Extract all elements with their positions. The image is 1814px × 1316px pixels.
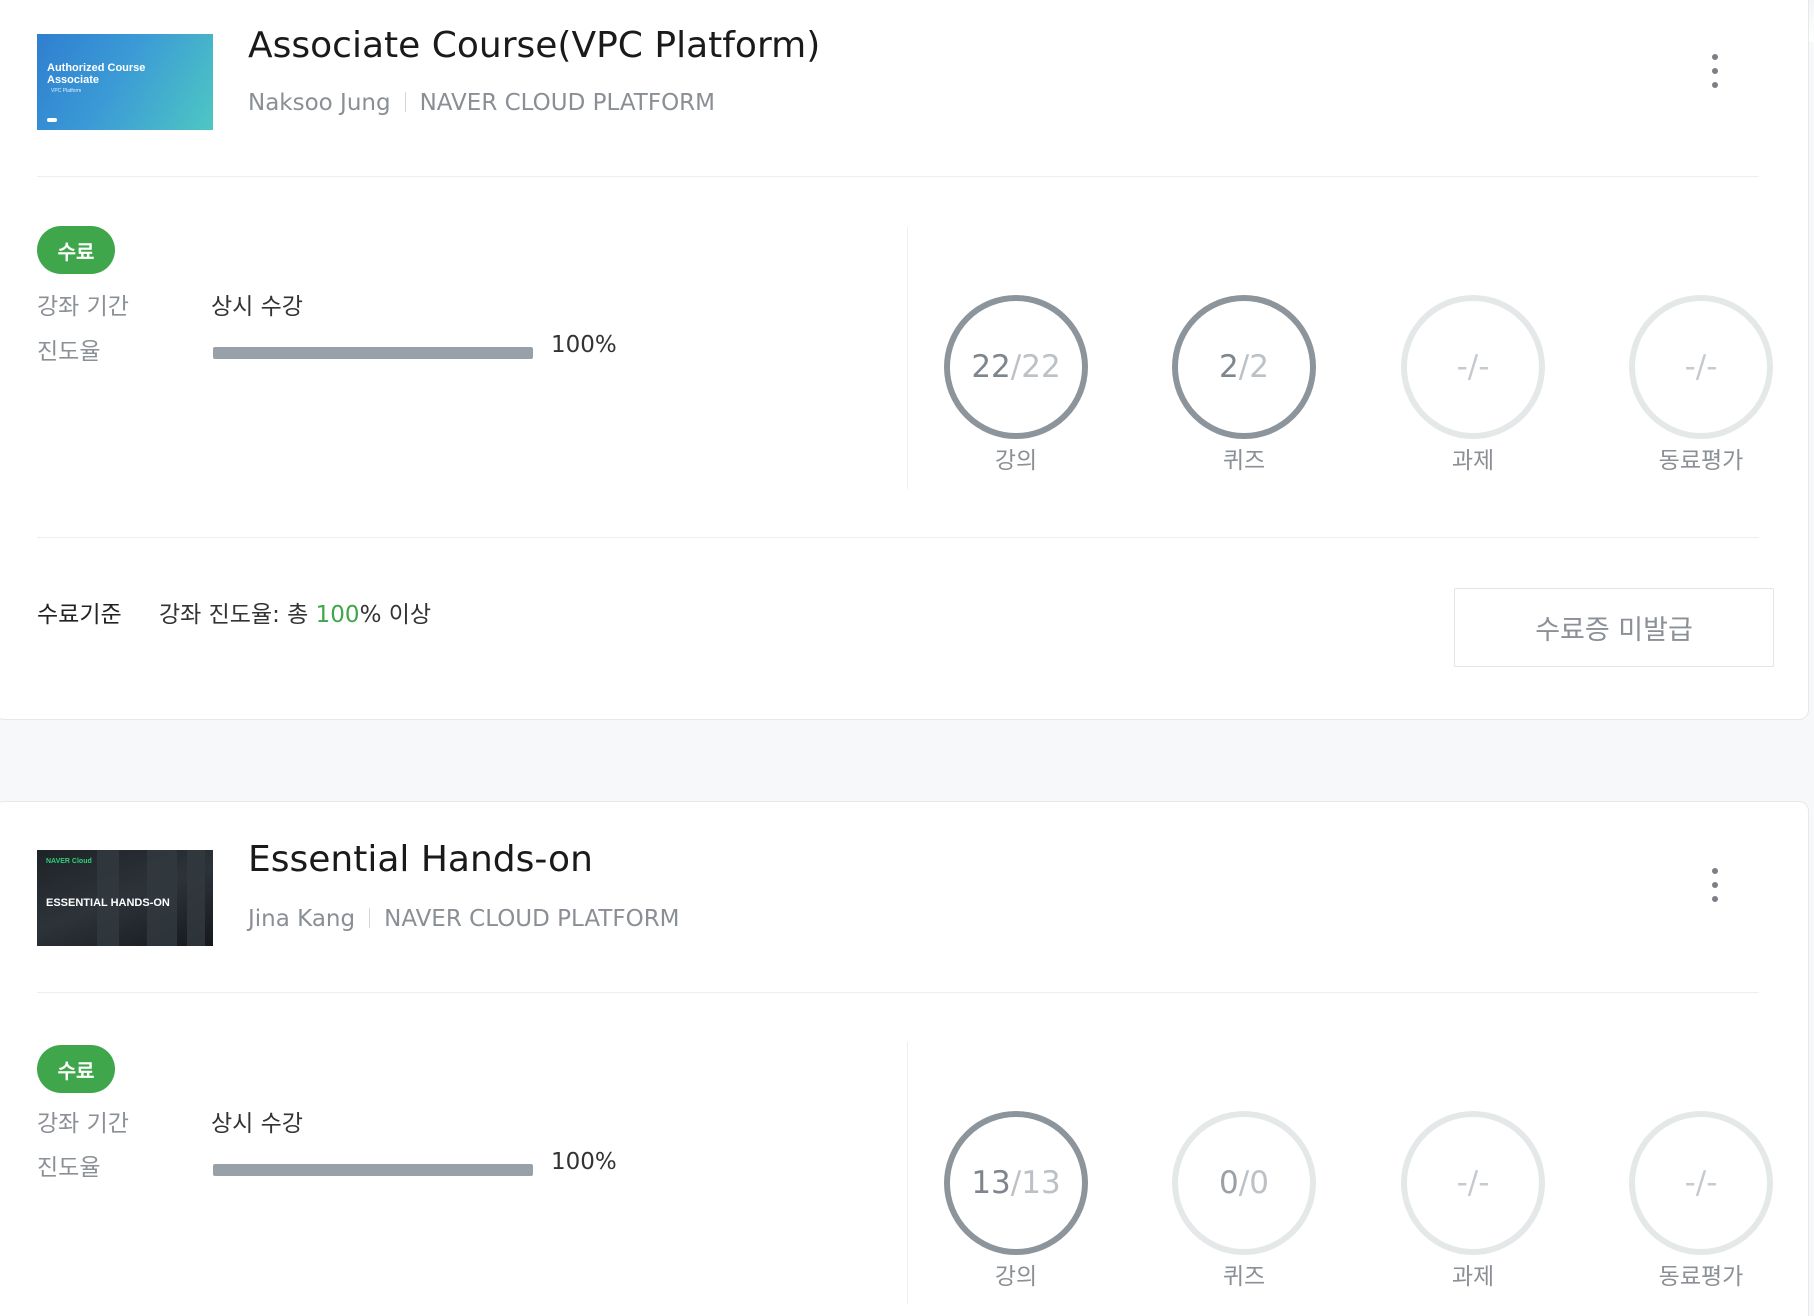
thumbnail-logo	[47, 118, 57, 122]
thumbnail-brand: NAVER Cloud	[46, 858, 92, 865]
stat-total: -	[1478, 1165, 1490, 1201]
stat-quizzes: 0/0 퀴즈	[1169, 1111, 1319, 1291]
stat-ring: 2/2	[1172, 295, 1316, 439]
stat-total: 0	[1249, 1165, 1269, 1201]
stat-done: 0	[1219, 1165, 1239, 1201]
meta-separator	[369, 908, 371, 928]
provider-name: NAVER CLOUD PLATFORM	[384, 906, 680, 932]
certificate-button[interactable]: 수료증 미발급	[1454, 588, 1774, 667]
thumbnail-line3: VPC Platform	[51, 88, 82, 94]
stat-label: 과제	[1451, 1264, 1495, 1290]
provider-name: NAVER CLOUD PLATFORM	[419, 90, 715, 116]
criteria-suffix: % 이상	[359, 602, 432, 628]
kebab-more-icon[interactable]	[1700, 49, 1730, 93]
stat-total: -	[1706, 1165, 1718, 1201]
stat-label: 과제	[1451, 448, 1495, 474]
stat-done: -	[1684, 1165, 1696, 1201]
progress-label: 진도율	[37, 339, 101, 365]
course-thumbnail[interactable]: Authorized Course Associate VPC Platform	[37, 34, 213, 130]
stat-ring: - / -	[1629, 295, 1773, 439]
status-badge: 수료	[37, 1045, 115, 1093]
stat-ring: - / -	[1629, 1111, 1773, 1255]
thumbnail-building	[187, 850, 205, 946]
progress-percent: 100%	[551, 1149, 617, 1175]
stat-ring: 13/13	[944, 1111, 1088, 1255]
stat-total: -	[1478, 349, 1490, 385]
stat-quizzes: 2/2 퀴즈	[1169, 295, 1319, 475]
stat-lectures: 22/22 강의	[941, 295, 1091, 475]
meta-separator	[404, 92, 406, 112]
thumbnail-line1: Authorized Course	[47, 62, 146, 74]
criteria-value: 100	[315, 602, 360, 628]
vertical-divider	[907, 1042, 908, 1304]
stat-assignments: - / - 과제	[1398, 295, 1548, 475]
criteria-prefix: 강좌 진도율: 총	[159, 602, 316, 628]
stat-label: 동료평가	[1658, 1264, 1744, 1290]
course-card-essential: NAVER Cloud ESSENTIAL HANDS-ON Essential…	[0, 801, 1809, 1316]
course-meta: Naksoo Jung NAVER CLOUD PLATFORM	[248, 90, 715, 116]
stat-total: -	[1706, 349, 1718, 385]
vertical-divider	[907, 227, 908, 489]
course-title[interactable]: Associate Course(VPC Platform)	[248, 25, 820, 66]
status-badge: 수료	[37, 226, 115, 274]
stat-total: 2	[1249, 349, 1269, 385]
thumbnail-line2: Associate	[47, 74, 99, 86]
stat-slash: /	[1238, 1165, 1250, 1201]
stat-done: 22	[971, 349, 1011, 385]
course-thumbnail[interactable]: NAVER Cloud ESSENTIAL HANDS-ON	[37, 850, 213, 946]
kebab-more-icon[interactable]	[1700, 863, 1730, 907]
stat-ring: 0/0	[1172, 1111, 1316, 1255]
stat-done: -	[1456, 1165, 1468, 1201]
stat-total: 22	[1021, 349, 1061, 385]
thumbnail-title: ESSENTIAL HANDS-ON	[46, 897, 170, 909]
progress-bar	[213, 347, 533, 359]
stat-label: 강의	[994, 448, 1038, 474]
stat-slash: /	[1695, 349, 1707, 385]
stat-total: 13	[1021, 1165, 1061, 1201]
stat-done: 2	[1219, 349, 1239, 385]
completion-criteria-text: 강좌 진도율: 총 100% 이상	[159, 595, 431, 629]
stat-label: 동료평가	[1658, 448, 1744, 474]
course-card-associate: Authorized Course Associate VPC Platform…	[0, 0, 1809, 720]
period-label: 강좌 기간	[37, 294, 129, 320]
course-title[interactable]: Essential Hands-on	[248, 839, 593, 880]
period-value: 상시 수강	[211, 1111, 303, 1137]
stat-lectures: 13/13 강의	[941, 1111, 1091, 1291]
stat-label: 퀴즈	[1222, 448, 1266, 474]
stat-ring: 22/22	[944, 295, 1088, 439]
divider	[37, 537, 1759, 538]
stat-ring: - / -	[1401, 295, 1545, 439]
progress-fill	[213, 1164, 533, 1176]
stat-label: 강의	[994, 1264, 1038, 1290]
stat-slash: /	[1238, 349, 1250, 385]
instructor-name: Naksoo Jung	[248, 90, 391, 116]
completion-criteria-label: 수료기준	[37, 602, 122, 628]
progress-bar	[213, 1164, 533, 1176]
stat-assignments: - / - 과제	[1398, 1111, 1548, 1291]
progress-label: 진도율	[37, 1155, 101, 1181]
stat-slash: /	[1695, 1165, 1707, 1201]
stat-done: -	[1684, 349, 1696, 385]
stat-slash: /	[1010, 1165, 1022, 1201]
progress-percent: 100%	[551, 332, 617, 358]
instructor-name: Jina Kang	[248, 906, 356, 932]
stat-slash: /	[1467, 349, 1479, 385]
divider	[37, 992, 1759, 993]
divider	[37, 176, 1759, 177]
stat-label: 퀴즈	[1222, 1264, 1266, 1290]
stat-slash: /	[1467, 1165, 1479, 1201]
stat-peer-review: - / - 동료평가	[1626, 295, 1776, 475]
stat-ring: - / -	[1401, 1111, 1545, 1255]
stat-slash: /	[1010, 349, 1022, 385]
stat-done: 13	[971, 1165, 1011, 1201]
period-value: 상시 수강	[211, 294, 303, 320]
course-meta: Jina Kang NAVER CLOUD PLATFORM	[248, 906, 680, 932]
progress-fill	[213, 347, 533, 359]
stat-peer-review: - / - 동료평가	[1626, 1111, 1776, 1291]
course-list-page: Authorized Course Associate VPC Platform…	[0, 0, 1814, 1316]
stat-done: -	[1456, 349, 1468, 385]
period-label: 강좌 기간	[37, 1111, 129, 1137]
